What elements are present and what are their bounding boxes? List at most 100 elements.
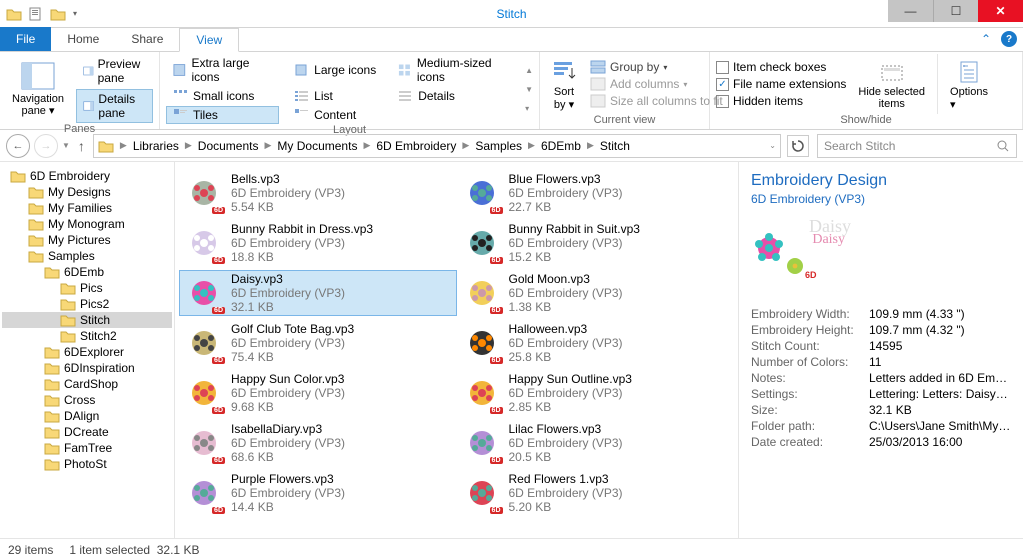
scroll-up-icon[interactable]: ▲ (525, 66, 533, 75)
breadcrumb-item[interactable]: Stitch (600, 139, 630, 153)
tree-item[interactable]: PhotoSt (2, 456, 172, 472)
refresh-button[interactable] (787, 135, 809, 157)
tree-item[interactable]: 6DEmb (2, 264, 172, 280)
breadcrumb-item[interactable]: Libraries (133, 139, 179, 153)
breadcrumb-item[interactable]: My Documents (277, 139, 357, 153)
file-item[interactable]: 6D Daisy.vp3 6D Embroidery (VP3) 32.1 KB (179, 270, 457, 316)
file-item[interactable]: 6D Purple Flowers.vp3 6D Embroidery (VP3… (179, 470, 457, 516)
help-icon[interactable]: ? (1001, 31, 1017, 47)
file-name: Halloween.vp3 (509, 322, 623, 336)
property-value[interactable]: C:\Users\Jane Smith\My Doc... (869, 419, 1011, 433)
tab-share[interactable]: Share (115, 27, 179, 51)
tree-item[interactable]: CardShop (2, 376, 172, 392)
breadcrumb[interactable]: ▶ Libraries▶ Documents▶ My Documents▶ 6D… (93, 134, 781, 158)
tree-item[interactable]: Pics (2, 280, 172, 296)
file-item[interactable]: 6D Halloween.vp3 6D Embroidery (VP3) 25.… (457, 320, 735, 366)
tree-item-selected[interactable]: Stitch (2, 312, 172, 328)
file-thumbnail: 6D (183, 472, 225, 514)
file-item[interactable]: 6D Bells.vp3 6D Embroidery (VP3) 5.54 KB (179, 170, 457, 216)
file-item[interactable]: 6D Red Flowers 1.vp3 6D Embroidery (VP3)… (457, 470, 735, 516)
file-name-extensions-toggle[interactable]: ✓File name extensions (716, 76, 846, 92)
properties-icon[interactable] (26, 4, 46, 24)
ribbon-group-show-hide: Item check boxes ✓File name extensions H… (710, 52, 1023, 129)
tree-item[interactable]: My Pictures (2, 232, 172, 248)
tree-item[interactable]: 6DInspiration (2, 360, 172, 376)
breadcrumb-item[interactable]: Documents (198, 139, 259, 153)
property-value[interactable]: 11 (869, 355, 1011, 369)
property-value[interactable]: 14595 (869, 339, 1011, 353)
file-item[interactable]: 6D Gold Moon.vp3 6D Embroidery (VP3) 1.3… (457, 270, 735, 316)
property-value[interactable]: 109.9 mm (4.33 ") (869, 307, 1011, 321)
file-item[interactable]: 6D IsabellaDiary.vp3 6D Embroidery (VP3)… (179, 420, 457, 466)
file-item[interactable]: 6D Happy Sun Color.vp3 6D Embroidery (VP… (179, 370, 457, 416)
breadcrumb-dropdown-icon[interactable]: ⌄ (769, 141, 776, 150)
file-item[interactable]: 6D Happy Sun Outline.vp3 6D Embroidery (… (457, 370, 735, 416)
tree-item[interactable]: 6DExplorer (2, 344, 172, 360)
qat-dropdown-icon[interactable]: ▾ (70, 4, 80, 24)
close-button[interactable]: ✕ (978, 0, 1023, 22)
tiles-button[interactable]: Tiles (166, 106, 279, 124)
item-check-boxes-toggle[interactable]: Item check boxes (716, 59, 846, 75)
tree-item[interactable]: DAlign (2, 408, 172, 424)
property-row: Settings:Lettering: Letters: Daisy Cat..… (751, 386, 1011, 402)
breadcrumb-item[interactable]: 6DEmb (541, 139, 581, 153)
large-icons-button[interactable]: Large icons (287, 54, 383, 86)
hide-selected-button[interactable]: Hide selected items (854, 56, 929, 112)
tab-view[interactable]: View (179, 28, 239, 52)
sort-by-button[interactable]: Sort by ▾ (546, 56, 582, 113)
up-button[interactable]: ↑ (74, 138, 89, 154)
property-value[interactable]: Lettering: Letters: Daisy Cat... (869, 387, 1011, 401)
medium-icons-button[interactable]: Medium-sized icons (391, 54, 521, 86)
badge-6d-icon: 6D (212, 207, 225, 214)
small-icons-button[interactable]: Small icons (166, 87, 279, 105)
tree-item[interactable]: 6D Embroidery (2, 168, 172, 184)
file-item[interactable]: 6D Blue Flowers.vp3 6D Embroidery (VP3) … (457, 170, 735, 216)
file-tab[interactable]: File (0, 27, 51, 51)
navigation-tree[interactable]: 6D Embroidery My Designs My Families My … (0, 162, 175, 538)
property-value[interactable]: Letters added in 6D Embroid... (869, 371, 1011, 385)
breadcrumb-item[interactable]: 6D Embroidery (376, 139, 456, 153)
hidden-items-toggle[interactable]: Hidden items (716, 93, 846, 109)
tree-item[interactable]: FamTree (2, 440, 172, 456)
minimize-button[interactable]: — (888, 0, 933, 22)
minimize-ribbon-icon[interactable]: ⌃ (981, 32, 991, 46)
tree-item[interactable]: Pics2 (2, 296, 172, 312)
new-folder-icon[interactable] (48, 4, 68, 24)
tree-item[interactable]: My Families (2, 200, 172, 216)
extra-large-icons-button[interactable]: Extra large icons (166, 54, 279, 86)
breadcrumb-item[interactable]: Samples (475, 139, 522, 153)
tree-item[interactable]: My Designs (2, 184, 172, 200)
details-pane-button[interactable]: Details pane (76, 89, 153, 123)
property-value[interactable]: 25/03/2013 16:00 (869, 435, 1011, 449)
content-button[interactable]: Content (287, 106, 383, 124)
preview-pane-button[interactable]: Preview pane (76, 54, 153, 88)
details-button[interactable]: Details (391, 87, 521, 105)
options-button[interactable]: Options▾ (946, 56, 992, 113)
file-item[interactable]: 6D Golf Club Tote Bag.vp3 6D Embroidery … (179, 320, 457, 366)
tree-item[interactable]: My Monogram (2, 216, 172, 232)
expand-gallery-icon[interactable]: ▾ (525, 104, 533, 113)
tree-item[interactable]: Stitch2 (2, 328, 172, 344)
file-item[interactable]: 6D Bunny Rabbit in Suit.vp3 6D Embroider… (457, 220, 735, 266)
tab-home[interactable]: Home (51, 27, 115, 51)
forward-button[interactable]: → (34, 134, 58, 158)
history-dropdown-icon[interactable]: ▼ (62, 141, 70, 150)
back-button[interactable]: ← (6, 134, 30, 158)
content-icon (294, 108, 310, 122)
scroll-down-icon[interactable]: ▼ (525, 85, 533, 94)
file-item[interactable]: 6D Bunny Rabbit in Dress.vp3 6D Embroide… (179, 220, 457, 266)
file-thumbnail: 6D (183, 372, 225, 414)
folder-icon (98, 139, 114, 153)
property-value[interactable]: 109.7 mm (4.32 ") (869, 323, 1011, 337)
list-button[interactable]: List (287, 87, 383, 105)
tree-item[interactable]: Cross (2, 392, 172, 408)
search-input[interactable]: Search Stitch (817, 134, 1017, 158)
tree-item[interactable]: DCreate (2, 424, 172, 440)
small-icons-icon (173, 89, 189, 103)
file-item[interactable]: 6D Lilac Flowers.vp3 6D Embroidery (VP3)… (457, 420, 735, 466)
maximize-button[interactable]: ☐ (933, 0, 978, 22)
group-by-button[interactable]: Group by ▾ (586, 59, 727, 75)
navigation-pane-button[interactable]: Navigation pane ▾ (6, 59, 70, 119)
tree-item[interactable]: Samples (2, 248, 172, 264)
property-value[interactable]: 32.1 KB (869, 403, 1011, 417)
